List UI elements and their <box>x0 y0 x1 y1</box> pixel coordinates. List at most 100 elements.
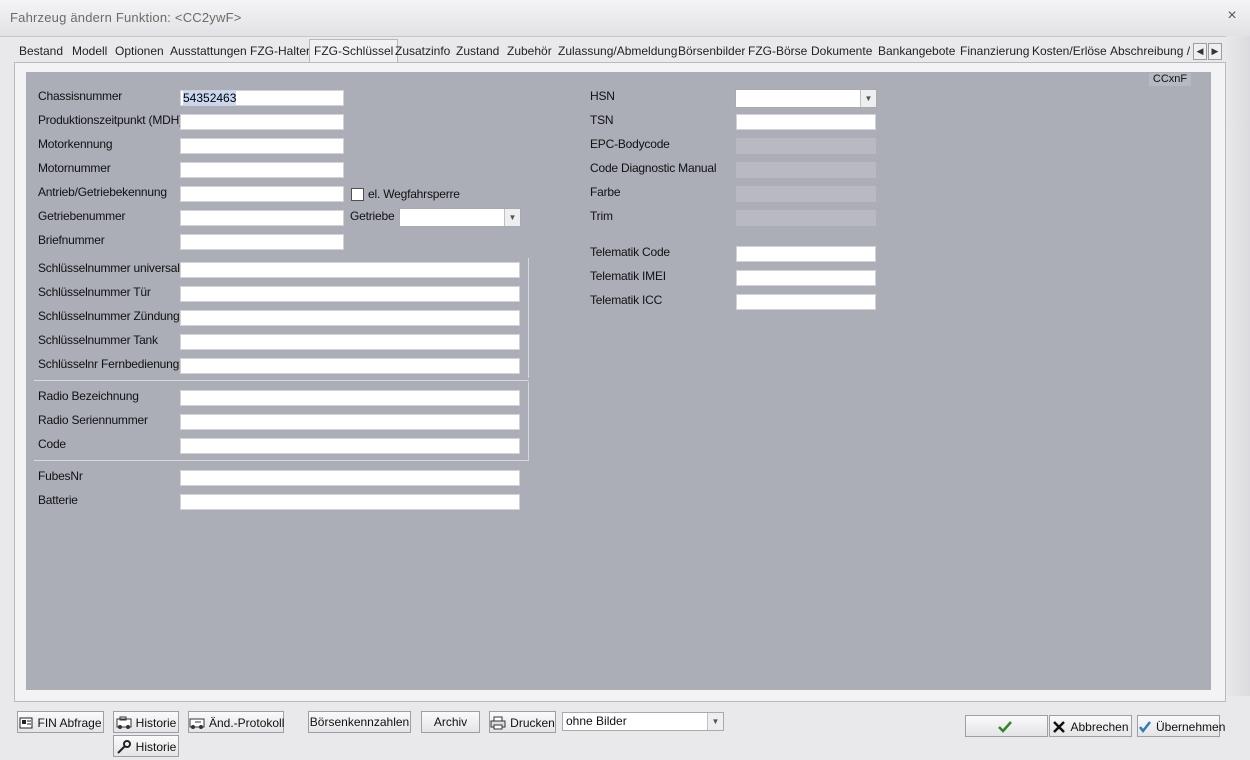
tab-fzg-schluessel[interactable]: FZG-Schlüssel <box>309 39 399 63</box>
briefnummer-field[interactable] <box>180 234 344 250</box>
wrench-icon <box>116 739 132 755</box>
tab-fzg-halter[interactable]: FZG-Halter <box>250 40 310 62</box>
getriebenummer-field[interactable] <box>180 210 344 226</box>
telematik-icc-field[interactable] <box>736 294 876 310</box>
historie-popup-item[interactable]: Historie <box>113 735 179 757</box>
tab-kosten-erloese[interactable]: Kosten/Erlöse <box>1032 40 1107 62</box>
tsn-field[interactable] <box>736 114 876 130</box>
tab-strip: Bestand Modell Optionen Ausstattungen FZ… <box>12 39 1226 63</box>
right-frame-edge <box>1226 36 1250 696</box>
label-getriebe: Getriebe <box>350 209 395 223</box>
drucken-button[interactable]: Drucken <box>489 711 556 733</box>
tab-zustand[interactable]: Zustand <box>456 40 499 62</box>
label-schluessel-fernbedienung: Schlüsselnr Fernbedienung <box>38 357 180 371</box>
print-option-select[interactable]: ohne Bilder ▼ <box>562 712 724 731</box>
uebernehmen-button[interactable]: Übernehmen <box>1137 715 1225 737</box>
wegfahrsperre-checkbox[interactable] <box>351 188 364 201</box>
epc-bodycode-field <box>736 138 876 154</box>
boersenkennzahlen-button[interactable]: Börsenkennzahlen <box>308 711 411 733</box>
label-hsn: HSN <box>590 89 615 103</box>
label-produktionszeitpunkt: Produktionszeitpunkt (MDH) <box>38 113 183 127</box>
tab-finanzierung[interactable]: Finanzierung <box>960 40 1029 62</box>
apply-check-icon <box>1138 720 1152 734</box>
tab-zubehoer[interactable]: Zubehör <box>507 40 552 62</box>
chevron-down-icon[interactable]: ▼ <box>860 90 876 107</box>
tab-bankangebote[interactable]: Bankangebote <box>878 40 955 62</box>
label-antrieb-getriebekennung: Antrieb/Getriebekennung <box>38 185 167 199</box>
cancel-x-icon <box>1052 720 1066 734</box>
tab-fzg-boerse[interactable]: FZG-Börse <box>748 40 807 62</box>
tab-boersenbilder[interactable]: Börsenbilder <box>678 40 745 62</box>
label-telematik-icc: Telematik ICC <box>590 293 663 307</box>
fin-abfrage-button[interactable]: FIN Abfrage <box>17 711 104 733</box>
historie-popup-label: Historie <box>135 739 177 754</box>
tab-zusatzinfo[interactable]: Zusatzinfo <box>395 40 450 62</box>
label-telematik-imei: Telematik IMEI <box>590 269 666 283</box>
label-schluessel-tank: Schlüsselnummer Tank <box>38 333 158 347</box>
historie-button[interactable]: Historie <box>113 711 179 733</box>
tab-scroll-right-icon[interactable]: ▶ <box>1208 43 1222 60</box>
telematik-code-field[interactable] <box>736 246 876 262</box>
group-separator <box>34 460 529 461</box>
historie-label: Historie <box>135 715 177 730</box>
label-code: Code <box>38 437 66 451</box>
close-icon[interactable]: × <box>1223 7 1241 25</box>
group-separator <box>528 382 529 460</box>
fubesnr-field[interactable] <box>180 470 520 486</box>
tab-zulassung[interactable]: Zulassung/Abmeldung <box>558 40 677 62</box>
drucken-label: Drucken <box>510 715 555 730</box>
motorkennung-field[interactable] <box>180 138 344 154</box>
aend-protokoll-label: Änd.-Protokoll <box>209 715 285 730</box>
label-epc-bodycode: EPC-Bodycode <box>590 137 670 151</box>
hsn-select[interactable]: ▼ <box>735 89 877 108</box>
label-getriebenummer: Getriebenummer <box>38 209 126 223</box>
schluessel-universal-field[interactable] <box>180 262 520 278</box>
trim-field <box>736 210 876 226</box>
radio-seriennummer-field[interactable] <box>180 414 520 430</box>
chassisnummer-value: 54352463 <box>183 91 237 105</box>
checkmark-icon <box>997 720 1013 734</box>
schluessel-tank-field[interactable] <box>180 334 520 350</box>
code-field[interactable] <box>180 438 520 454</box>
aend-protokoll-button[interactable]: Änd.-Protokoll <box>188 711 284 733</box>
change-log-icon <box>189 716 205 730</box>
abbrechen-label: Abbrechen <box>1070 719 1129 734</box>
getriebe-select[interactable]: ▼ <box>399 208 521 227</box>
antrieb-getriebekennung-field[interactable] <box>180 186 344 202</box>
schluessel-tuer-field[interactable] <box>180 286 520 302</box>
label-schluessel-universal: Schlüsselnummer universal <box>38 261 180 275</box>
label-motornummer: Motornummer <box>38 161 111 175</box>
schluessel-fernbedienung-field[interactable] <box>180 358 520 374</box>
farbe-field <box>736 186 876 202</box>
produktionszeitpunkt-field[interactable] <box>180 114 344 130</box>
archiv-button[interactable]: Archiv <box>421 711 480 733</box>
schluessel-zuendung-field[interactable] <box>180 310 520 326</box>
label-fubesnr: FubesNr <box>38 469 83 483</box>
ok-button[interactable] <box>965 715 1048 737</box>
code-diagnostic-manual-field <box>736 162 876 178</box>
label-trim: Trim <box>590 209 613 223</box>
group-separator <box>528 258 529 378</box>
telematik-imei-field[interactable] <box>736 270 876 286</box>
history-icon <box>116 716 132 730</box>
chevron-down-icon[interactable]: ▼ <box>504 209 520 226</box>
tab-abschreibung[interactable]: Abschreibung / V <box>1110 40 1192 62</box>
label-farbe: Farbe <box>590 185 621 199</box>
label-schluessel-zuendung: Schlüsselnummer Zündung <box>38 309 180 323</box>
radio-bezeichnung-field[interactable] <box>180 390 520 406</box>
tab-optionen[interactable]: Optionen <box>115 40 164 62</box>
tab-modell[interactable]: Modell <box>72 40 107 62</box>
chassisnummer-field[interactable]: 54352463 <box>180 90 344 106</box>
label-radio-bezeichnung: Radio Bezeichnung <box>38 389 139 403</box>
tab-bestand[interactable]: Bestand <box>19 40 63 62</box>
tab-dokumente[interactable]: Dokumente <box>811 40 872 62</box>
motornummer-field[interactable] <box>180 162 344 178</box>
label-batterie: Batterie <box>38 493 78 507</box>
code-tag: CCxnF <box>1149 73 1191 86</box>
tab-scroll-left-icon[interactable]: ◀ <box>1193 43 1207 60</box>
print-option-value: ohne Bilder <box>566 714 627 728</box>
abbrechen-button[interactable]: Abbrechen <box>1049 715 1132 737</box>
chevron-down-icon[interactable]: ▼ <box>707 713 723 730</box>
batterie-field[interactable] <box>180 494 520 510</box>
tab-ausstattungen[interactable]: Ausstattungen <box>170 40 247 62</box>
